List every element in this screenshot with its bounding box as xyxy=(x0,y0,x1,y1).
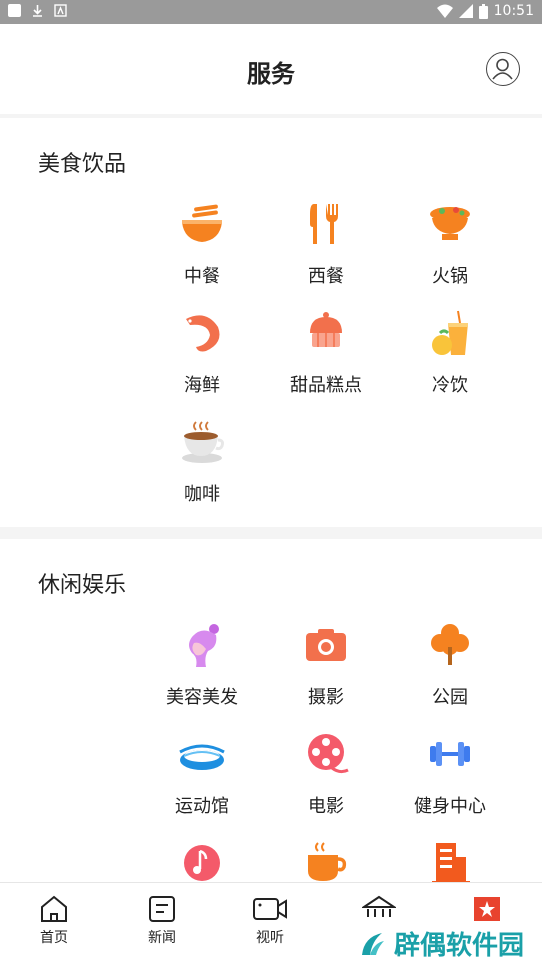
user-icon xyxy=(492,58,513,80)
coffee-cup-icon xyxy=(182,421,224,463)
beauty-hair-icon xyxy=(189,624,219,667)
service-item-music[interactable] xyxy=(140,833,264,882)
notification-icon xyxy=(8,4,21,17)
music-icon xyxy=(184,845,220,881)
tree-icon xyxy=(431,624,469,665)
service-label: 中餐 xyxy=(184,266,220,287)
download-icon xyxy=(33,5,42,17)
shrimp-icon xyxy=(186,315,220,352)
tab-label: 新闻 xyxy=(148,930,176,946)
service-label: 甜品糕点 xyxy=(290,375,362,396)
service-label: 冷饮 xyxy=(432,375,468,396)
service-item-cinema[interactable]: 电影 xyxy=(264,724,388,833)
film-reel-icon xyxy=(308,734,349,774)
signal-icon xyxy=(458,4,473,18)
tab-label: 视听 xyxy=(256,930,284,946)
stadium-icon xyxy=(179,744,225,770)
service-item-teahouse[interactable] xyxy=(264,833,388,882)
dumbbell-icon xyxy=(430,742,470,766)
building-icon xyxy=(432,843,470,882)
watermark-logo-icon xyxy=(361,932,384,955)
service-item-western[interactable]: 西餐 xyxy=(264,194,388,303)
section-title: 美食饮品 xyxy=(38,152,127,177)
service-label: 火锅 xyxy=(432,266,468,287)
leisure-grid: 美容美发 摄影 公园 运动馆 电影 健身中心 xyxy=(140,615,512,882)
tab-star[interactable] xyxy=(447,895,527,927)
watermark-text: 辟偶软件园 xyxy=(393,931,524,961)
header: 服务 xyxy=(0,24,542,114)
cupcake-icon xyxy=(310,312,342,347)
tab-video[interactable]: 视听 xyxy=(230,895,310,947)
service-item-cold-drink[interactable]: 冷饮 xyxy=(388,303,512,412)
video-icon xyxy=(253,898,287,920)
noodle-bowl-icon xyxy=(182,204,222,242)
star-badge-icon xyxy=(474,897,500,921)
fork-knife-icon xyxy=(310,204,338,244)
service-label: 美容美发 xyxy=(166,687,238,708)
status-time: 10:51 xyxy=(493,3,534,19)
section-title: 休闲娱乐 xyxy=(38,573,127,598)
tab-news[interactable]: 新闻 xyxy=(122,895,202,947)
tab-government[interactable] xyxy=(339,895,419,927)
tab-label: 首页 xyxy=(40,930,68,946)
user-profile-button[interactable] xyxy=(486,52,520,86)
service-item-stadium[interactable]: 运动馆 xyxy=(140,724,264,833)
service-label: 咖啡 xyxy=(184,484,220,505)
hotpot-icon xyxy=(430,207,470,240)
service-item-photography[interactable]: 摄影 xyxy=(264,615,388,724)
watermark: 辟偶软件园 xyxy=(357,925,524,962)
app-notification-icon xyxy=(54,4,67,17)
service-item-seafood[interactable]: 海鲜 xyxy=(140,303,264,412)
service-label: 电影 xyxy=(308,796,344,817)
service-item-coffee[interactable]: 咖啡 xyxy=(140,412,264,521)
camera-icon xyxy=(306,629,346,661)
news-icon xyxy=(149,896,175,922)
service-label: 西餐 xyxy=(308,266,344,287)
service-item-chinese[interactable]: 中餐 xyxy=(140,194,264,303)
service-item-building[interactable] xyxy=(388,833,512,882)
food-drink-section: 美食饮品 中餐 西餐 火锅 海鲜 甜品糕点 冷饮 咖啡 xyxy=(0,118,542,527)
service-label: 海鲜 xyxy=(184,375,220,396)
service-item-gym[interactable]: 健身中心 xyxy=(388,724,512,833)
tab-home[interactable]: 首页 xyxy=(14,895,94,947)
wifi-icon xyxy=(436,4,453,18)
home-icon xyxy=(41,895,67,922)
service-label: 摄影 xyxy=(308,687,344,708)
page-title: 服务 xyxy=(247,60,295,88)
teacup-icon xyxy=(308,842,347,881)
service-item-dessert[interactable]: 甜品糕点 xyxy=(264,303,388,412)
government-icon xyxy=(362,895,396,917)
status-bar: 10:51 xyxy=(0,0,542,24)
cold-drink-icon xyxy=(432,310,468,355)
service-label: 健身中心 xyxy=(414,796,486,817)
service-label: 运动馆 xyxy=(175,796,229,817)
service-item-beauty[interactable]: 美容美发 xyxy=(140,615,264,724)
service-label: 公园 xyxy=(432,687,468,708)
battery-icon xyxy=(478,3,488,19)
leisure-section: 休闲娱乐 美容美发 摄影 公园 运动馆 电影 健身中心 xyxy=(0,539,542,882)
food-grid: 中餐 西餐 火锅 海鲜 甜品糕点 冷饮 咖啡 xyxy=(140,194,512,521)
service-item-hotpot[interactable]: 火锅 xyxy=(388,194,512,303)
service-item-park[interactable]: 公园 xyxy=(388,615,512,724)
